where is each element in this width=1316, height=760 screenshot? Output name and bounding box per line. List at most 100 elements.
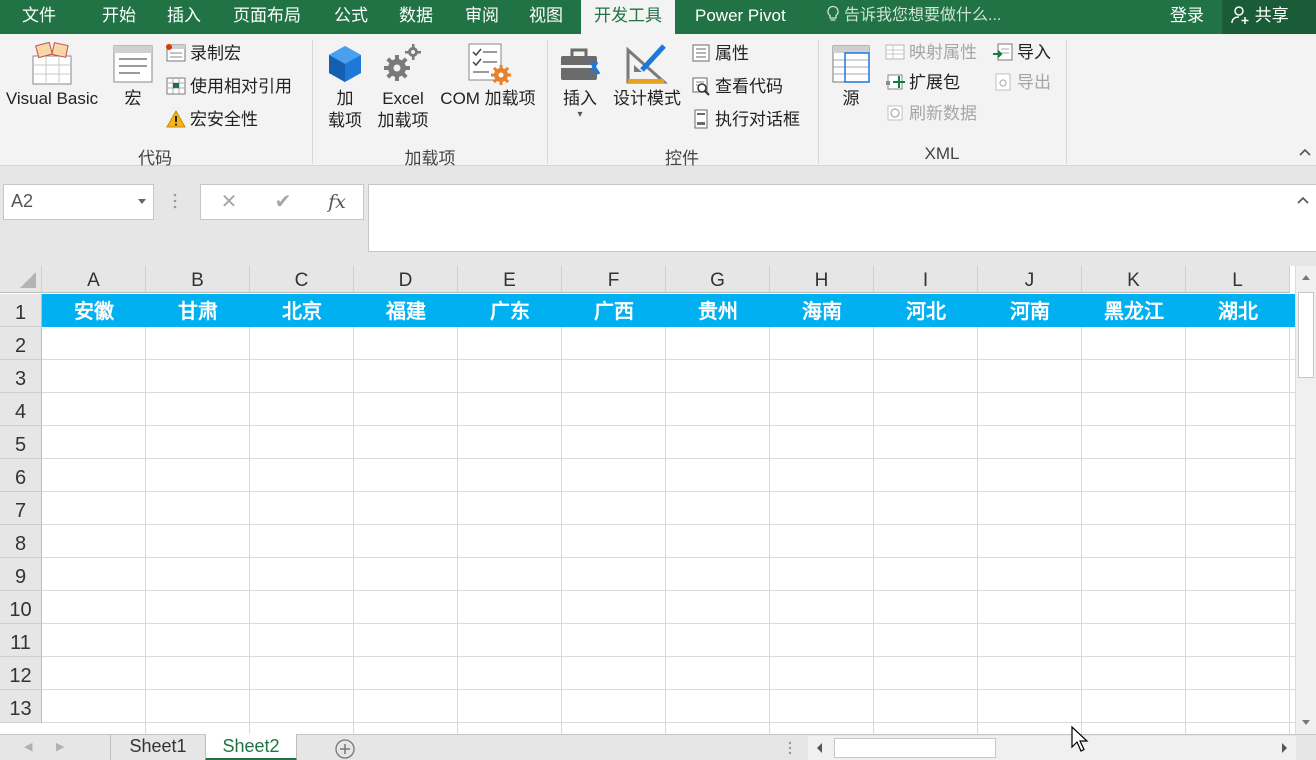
column-header[interactable]: K <box>1082 266 1186 293</box>
header-cell[interactable]: 黑龙江 <box>1082 294 1186 327</box>
scroll-right-icon[interactable] <box>1274 738 1294 758</box>
run-dialog-button[interactable]: 执行对话框 <box>690 109 800 133</box>
column-header[interactable]: I <box>874 266 978 293</box>
column-header[interactable]: F <box>562 266 666 293</box>
header-cell[interactable]: 北京 <box>250 294 354 327</box>
row-header[interactable]: 2 <box>0 327 42 360</box>
header-cell[interactable]: 海南 <box>770 294 874 327</box>
sheet-tab-sheet1[interactable]: Sheet1 <box>110 734 206 760</box>
collapse-ribbon-icon[interactable] <box>1298 147 1312 157</box>
tab-power-pivot[interactable]: Power Pivot <box>695 0 786 34</box>
vertical-scrollbar[interactable] <box>1295 266 1316 734</box>
header-cell[interactable]: 湖北 <box>1186 294 1290 327</box>
cancel-icon[interactable]: ✕ <box>209 185 249 219</box>
row-header[interactable]: 6 <box>0 459 42 492</box>
header-cell[interactable]: 安徽 <box>42 294 146 327</box>
header-cell[interactable]: 广东 <box>458 294 562 327</box>
expand-formula-bar-icon[interactable] <box>1296 195 1310 205</box>
column-header[interactable]: G <box>666 266 770 293</box>
share-button[interactable]: 共享 <box>1222 0 1316 34</box>
scroll-left-icon[interactable] <box>810 738 830 758</box>
header-cell[interactable]: 广西 <box>562 294 666 327</box>
row-header[interactable]: 5 <box>0 426 42 459</box>
formula-bar-grip-icon[interactable] <box>172 191 178 211</box>
tell-me-box[interactable]: 告诉我您想要做什么... <box>826 0 1001 34</box>
horizontal-scroll-thumb[interactable] <box>834 738 996 758</box>
new-sheet-plus-icon[interactable] <box>334 738 356 760</box>
row-header[interactable]: 10 <box>0 591 42 624</box>
column-header[interactable]: E <box>458 266 562 293</box>
cell-area[interactable] <box>42 294 1295 734</box>
tab-view[interactable]: 视图 <box>529 0 563 34</box>
map-properties-label: 映射属性 <box>909 43 977 62</box>
tab-developer[interactable]: 开发工具 <box>581 0 675 34</box>
view-code-label: 查看代码 <box>715 77 783 96</box>
map-properties-button[interactable]: 映射属性 <box>884 42 977 66</box>
header-cell[interactable]: 贵州 <box>666 294 770 327</box>
scroll-up-icon[interactable] <box>1296 268 1316 288</box>
expansion-packs-icon <box>886 74 905 90</box>
login-link[interactable]: 登录 <box>1170 0 1204 31</box>
row-header[interactable]: 4 <box>0 393 42 426</box>
next-sheet-icon[interactable]: ▶ <box>56 740 64 753</box>
xml-export-button[interactable]: 导出 <box>992 72 1051 96</box>
excel-addins-button[interactable]: Excel 加载项 <box>372 42 434 132</box>
row-header[interactable]: 7 <box>0 492 42 525</box>
name-box-dropdown-icon[interactable] <box>138 199 146 204</box>
header-cell[interactable]: 河北 <box>874 294 978 327</box>
row-header[interactable]: 3 <box>0 360 42 393</box>
column-header[interactable]: A <box>42 266 146 293</box>
view-code-button[interactable]: 查看代码 <box>690 76 783 100</box>
row-header[interactable]: 13 <box>0 690 42 723</box>
row-header[interactable]: 1 <box>0 294 42 327</box>
horizontal-scrollbar[interactable] <box>808 736 1296 760</box>
formula-input[interactable] <box>368 184 1316 252</box>
column-header[interactable]: D <box>354 266 458 293</box>
tab-review[interactable]: 审阅 <box>465 0 499 34</box>
column-header[interactable]: J <box>978 266 1082 293</box>
name-box[interactable]: A2 <box>3 184 154 220</box>
tab-home[interactable]: 开始 <box>102 0 136 34</box>
xml-source-icon <box>832 45 870 83</box>
record-macro-button[interactable]: 录制宏 <box>165 43 241 67</box>
refresh-data-button[interactable]: 刷新数据 <box>884 103 977 127</box>
column-header[interactable]: C <box>250 266 354 293</box>
column-header[interactable]: L <box>1186 266 1290 293</box>
vertical-scroll-thumb[interactable] <box>1298 292 1314 378</box>
addins-button[interactable]: 加 载项 <box>322 42 368 132</box>
prev-sheet-icon[interactable]: ◀ <box>24 740 32 753</box>
xml-import-button[interactable]: 导入 <box>992 42 1051 66</box>
insert-function-button[interactable]: fx <box>317 185 357 219</box>
macro-security-button[interactable]: 宏安全性 <box>165 109 258 133</box>
relative-references-button[interactable]: 使用相对引用 <box>165 76 292 100</box>
xml-source-button[interactable]: 源 <box>826 42 876 110</box>
selected-cell[interactable] <box>42 327 146 360</box>
tab-page-layout[interactable]: 页面布局 <box>233 0 301 34</box>
row-header[interactable]: 8 <box>0 525 42 558</box>
select-all-button[interactable] <box>0 266 42 293</box>
row-header[interactable]: 12 <box>0 657 42 690</box>
visual-basic-button[interactable]: Visual Basic <box>2 42 102 110</box>
tab-data[interactable]: 数据 <box>399 0 433 34</box>
tab-split-grip-icon[interactable] <box>788 741 792 755</box>
tab-insert[interactable]: 插入 <box>167 0 201 34</box>
sheet-tab-sheet2[interactable]: Sheet2 <box>205 734 297 760</box>
macros-label: 宏 <box>124 89 142 108</box>
column-header[interactable]: B <box>146 266 250 293</box>
header-cell[interactable]: 河南 <box>978 294 1082 327</box>
properties-button[interactable]: 属性 <box>690 43 749 67</box>
enter-check-icon[interactable]: ✔ <box>263 185 303 219</box>
header-cell[interactable]: 福建 <box>354 294 458 327</box>
design-mode-button[interactable]: 设计模式 <box>610 42 684 110</box>
scroll-down-icon[interactable] <box>1296 712 1316 732</box>
macros-button[interactable]: 宏 <box>106 42 160 110</box>
row-header[interactable]: 9 <box>0 558 42 591</box>
expansion-packs-button[interactable]: 扩展包 <box>884 72 960 96</box>
tab-file[interactable]: 文件 <box>22 0 56 34</box>
column-header[interactable]: H <box>770 266 874 293</box>
com-addins-button[interactable]: COM 加载项 <box>434 42 542 110</box>
insert-control-button[interactable]: 插入 ▾ <box>554 42 606 120</box>
header-cell[interactable]: 甘肃 <box>146 294 250 327</box>
row-header[interactable]: 11 <box>0 624 42 657</box>
tab-formulas[interactable]: 公式 <box>334 0 368 34</box>
